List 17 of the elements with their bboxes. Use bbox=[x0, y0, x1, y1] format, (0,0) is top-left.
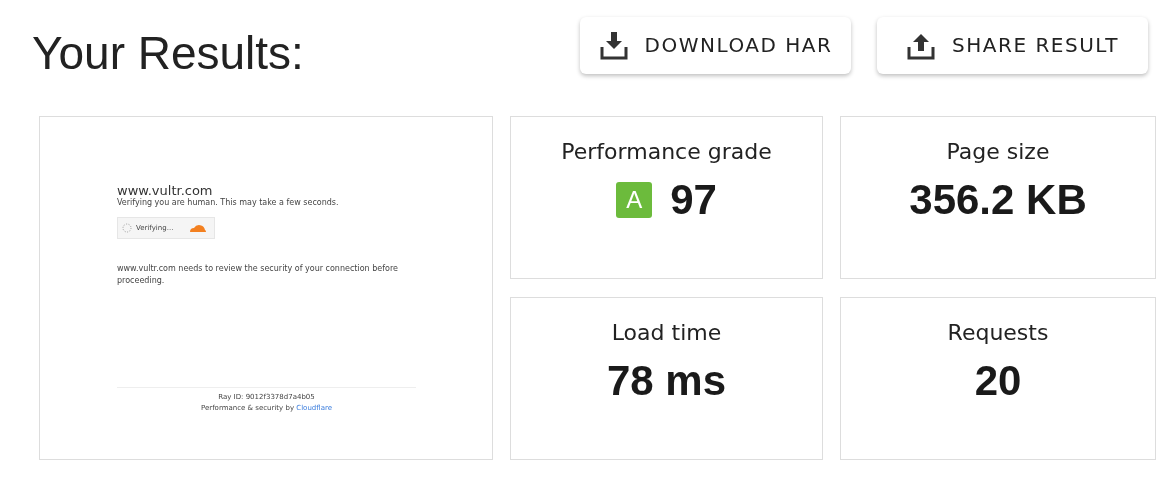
spinner-icon bbox=[122, 223, 132, 233]
download-button[interactable]: DOWNLOAD HAR bbox=[580, 16, 851, 74]
metric-label: Requests bbox=[947, 320, 1049, 345]
metric-label: Page size bbox=[946, 139, 1050, 164]
metric-value: 97 bbox=[670, 176, 717, 224]
share-button[interactable]: SHARE RESULT bbox=[877, 16, 1148, 74]
page-title: Your Results: bbox=[32, 26, 305, 80]
metric-value: 356.2 KB bbox=[909, 176, 1087, 224]
metric-value: 78 ms bbox=[606, 357, 727, 405]
metric-value: 20 bbox=[974, 357, 1022, 405]
grade-badge: A bbox=[616, 182, 653, 218]
metric-label: Load time bbox=[611, 320, 722, 345]
verify-text: Verifying you are human. This may take a few seconds. bbox=[117, 198, 340, 207]
security-message: www.vultr.com needs to review the security of your connection before proceeding. bbox=[117, 263, 399, 287]
site-name: www.vultr.com bbox=[117, 183, 214, 198]
download-icon bbox=[598, 30, 629, 60]
metric-label: Performance grade bbox=[561, 139, 772, 164]
